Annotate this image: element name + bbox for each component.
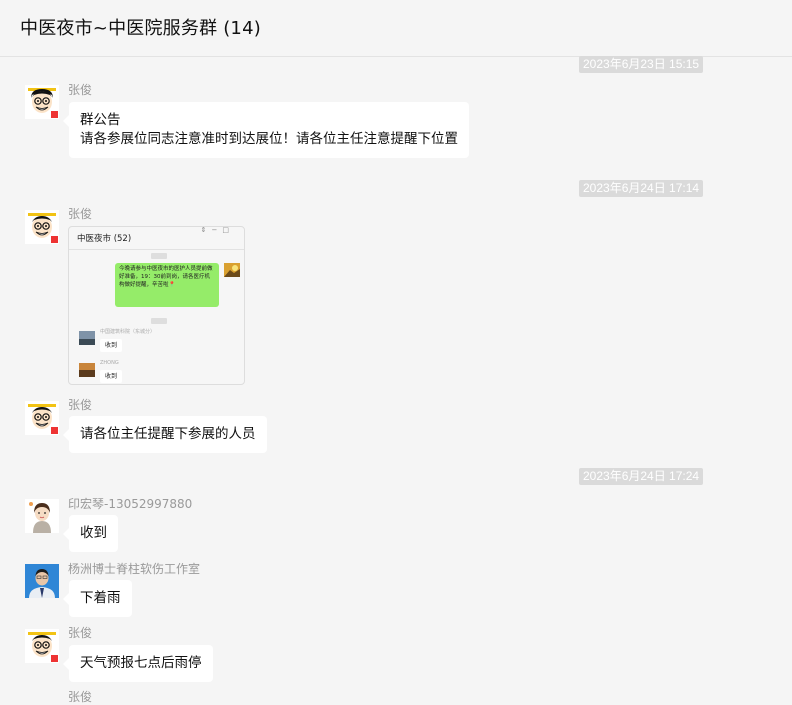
- screenshot-chat-title: 中医夜市 (52): [77, 234, 132, 244]
- sender-name: 杨洲博士脊柱软伤工作室: [68, 562, 201, 576]
- message-bubble[interactable]: 下着雨: [63, 580, 132, 617]
- message-text: 请各参展位同志注意准时到达展位！请各位主任注意提醒下位置: [80, 131, 458, 147]
- avatar-zhangjun[interactable]: [25, 692, 59, 696]
- photo-avatar-icon: [25, 564, 59, 598]
- timestamp-badge: 2023年6月24日 17:14: [579, 180, 704, 197]
- screenshot-sender: ZHONG: [100, 360, 119, 366]
- message-text: 请各位主任提醒下参展的人员: [80, 426, 256, 442]
- message-bubble[interactable]: 请各位主任提醒下参展的人员: [63, 416, 267, 453]
- message-text: 下着雨: [80, 590, 121, 606]
- screenshot-timestamp: [151, 318, 167, 324]
- screenshot-reply: 收到: [100, 370, 122, 383]
- cartoon-avatar-icon: [25, 85, 59, 119]
- screenshot-avatar-icon: [79, 363, 95, 377]
- avatar-zhangjun[interactable]: [25, 210, 59, 244]
- screenshot-sender: 中国建筑科院（东城分）: [100, 329, 156, 335]
- screenshot-timestamp: [151, 253, 167, 259]
- message-text: 天气预报七点后雨停: [80, 655, 202, 671]
- window-controls-icon: ⇕−□: [200, 226, 234, 234]
- avatar-zhangjun[interactable]: [25, 85, 59, 119]
- girl-avatar-icon: [25, 499, 59, 533]
- timestamp-badge: 2023年6月24日 17:24: [579, 468, 704, 485]
- divider: [69, 249, 244, 250]
- sender-name: 张俊: [68, 626, 93, 640]
- message-text: 收到: [80, 525, 107, 541]
- sender-name: 张俊: [68, 83, 93, 97]
- message-bubble[interactable]: 收到: [63, 515, 118, 552]
- sender-name: 张俊: [68, 690, 93, 704]
- message-text: 群公告: [80, 112, 121, 128]
- cartoon-avatar-icon: [25, 401, 59, 435]
- chat-header: 中医夜市~中医院服务群 (14): [0, 0, 792, 57]
- screenshot-green-bubble: 今晚请参与中医夜市的医护人员提前做好准备，19：30前到岗，请各医疗机构做好提醒…: [115, 263, 219, 307]
- sender-name: 张俊: [68, 398, 93, 412]
- avatar-zhangjun[interactable]: [25, 401, 59, 435]
- cartoon-avatar-icon: [25, 210, 59, 244]
- chat-title[interactable]: 中医夜市~中医院服务群 (14): [20, 14, 261, 40]
- cartoon-avatar-icon: [25, 629, 59, 663]
- avatar-yinhongqin[interactable]: [25, 499, 59, 533]
- screenshot-reply: 收到: [100, 339, 122, 352]
- sender-name: 印宏琴-13052997880: [68, 497, 193, 511]
- sender-name: 张俊: [68, 207, 93, 221]
- avatar-yangzhou[interactable]: [25, 564, 59, 598]
- message-bubble[interactable]: 天气预报七点后雨停: [63, 645, 213, 682]
- timestamp-badge: 2023年6月23日 15:15: [579, 56, 704, 73]
- message-bubble[interactable]: 群公告 请各参展位同志注意准时到达展位！请各位主任注意提醒下位置: [63, 102, 469, 158]
- avatar-zhangjun[interactable]: [25, 629, 59, 663]
- screenshot-avatar-icon: [79, 331, 95, 345]
- image-message[interactable]: 中医夜市 (52) ⇕−□ 今晚请参与中医夜市的医护人员提前做好准备，19：30…: [68, 226, 245, 385]
- screenshot-avatar-icon: [224, 263, 240, 277]
